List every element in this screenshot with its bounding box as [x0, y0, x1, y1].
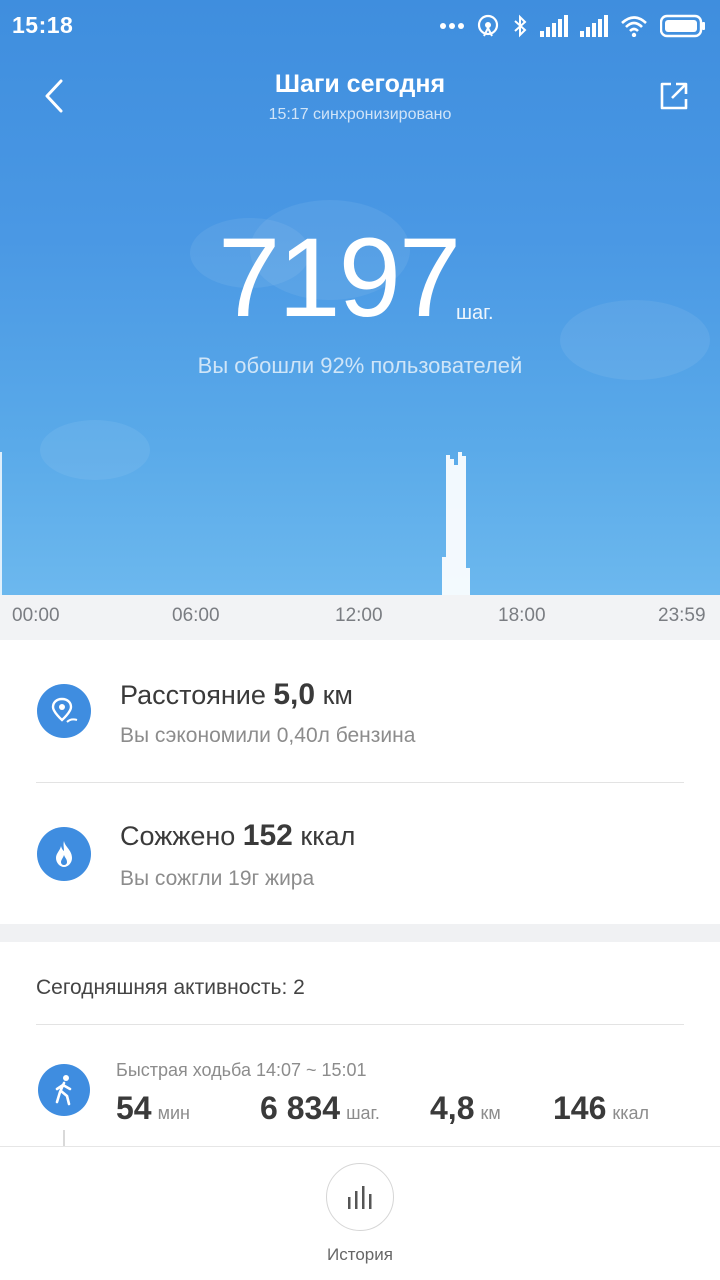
- status-icons: [440, 12, 706, 40]
- steps-summary: 7197 шаг.: [0, 222, 720, 342]
- activity-steps-value: 6 834: [260, 1090, 341, 1126]
- calories-label: Сожжено: [120, 821, 236, 851]
- activity-duration: 54 мин: [116, 1090, 190, 1127]
- chart-bar: [466, 568, 471, 595]
- status-bar: 15:18: [0, 0, 720, 52]
- activity-calories-value: 146: [553, 1090, 607, 1126]
- history-button[interactable]: [326, 1163, 394, 1231]
- page-title: Шаги сегодня: [274, 70, 446, 98]
- signal-icon: [540, 15, 568, 37]
- activity-calories-unit: ккал: [612, 1103, 650, 1123]
- calories-unit: ккал: [300, 821, 356, 851]
- tick-label: 18:00: [498, 605, 546, 626]
- history-label[interactable]: История: [0, 1245, 720, 1265]
- bar-chart-icon: [348, 1186, 372, 1209]
- distance-stat[interactable]: Расстояние 5,0 км Вы сэкономили 0,40л бе…: [0, 640, 720, 782]
- bottom-bar: История: [0, 1146, 720, 1280]
- calories-stat[interactable]: Сожжено 152 ккал Вы сожгли 19г жира: [0, 783, 720, 925]
- steps-unit: шаг.: [456, 302, 494, 324]
- section-separator: [0, 924, 720, 942]
- bluetooth-icon: [514, 14, 527, 38]
- hero-panel: 15:18 Шаги сегодня 15:17 синхронизирован…: [0, 0, 720, 595]
- flame-icon: [37, 827, 91, 881]
- tick-label: 00:00: [12, 605, 60, 626]
- activity-title: Быстрая ходьба 14:07 ~ 15:01: [116, 1060, 367, 1080]
- activity-distance: 4,8 км: [430, 1090, 501, 1127]
- share-button[interactable]: [650, 72, 698, 120]
- duration-value: 54: [116, 1090, 152, 1126]
- walking-icon: [38, 1064, 90, 1116]
- activity-distance-value: 4,8: [430, 1090, 475, 1126]
- status-time: 15:18: [12, 12, 74, 38]
- activity-steps-unit: шаг.: [346, 1103, 380, 1123]
- time-axis: 00:00 06:00 12:00 18:00 23:59: [0, 595, 720, 640]
- distance-unit: км: [322, 680, 353, 710]
- tick-label: 12:00: [335, 605, 383, 626]
- signal-icon: [580, 15, 608, 37]
- share-icon: [660, 82, 688, 110]
- activity-steps: 6 834 шаг.: [260, 1090, 380, 1127]
- chart-left-edge: [0, 452, 2, 595]
- distance-value: 5,0: [273, 678, 316, 711]
- calories-value: 152: [242, 819, 293, 852]
- duration-unit: мин: [157, 1103, 190, 1123]
- tick-label: 06:00: [172, 605, 220, 626]
- divider: [36, 1024, 684, 1025]
- calories-line: Сожжено 152 ккал: [120, 819, 355, 853]
- sync-status: 15:17 синхронизировано: [268, 106, 452, 123]
- steps-chart: [0, 440, 720, 595]
- more-dots-icon: [440, 23, 464, 29]
- location-icon: [37, 684, 91, 738]
- calories-note: Вы сожгли 19г жира: [120, 867, 315, 890]
- rank-text: Вы обошли 92% пользователей: [197, 353, 523, 378]
- distance-note: Вы сэкономили 0,40л бензина: [120, 724, 416, 747]
- distance-line: Расстояние 5,0 км: [120, 678, 353, 712]
- activity-distance-unit: км: [480, 1103, 501, 1123]
- activity-calories: 146 ккал: [553, 1090, 649, 1127]
- steps-count: 7197: [218, 215, 461, 340]
- distance-label: Расстояние: [120, 680, 266, 710]
- hotspot-icon: [477, 14, 499, 37]
- wifi-icon: [621, 16, 647, 37]
- timeline-line: [63, 1130, 65, 1146]
- activity-header: Сегодняшняя активность: 2: [36, 976, 305, 999]
- tick-label: 23:59: [658, 605, 706, 626]
- battery-icon: [660, 14, 705, 38]
